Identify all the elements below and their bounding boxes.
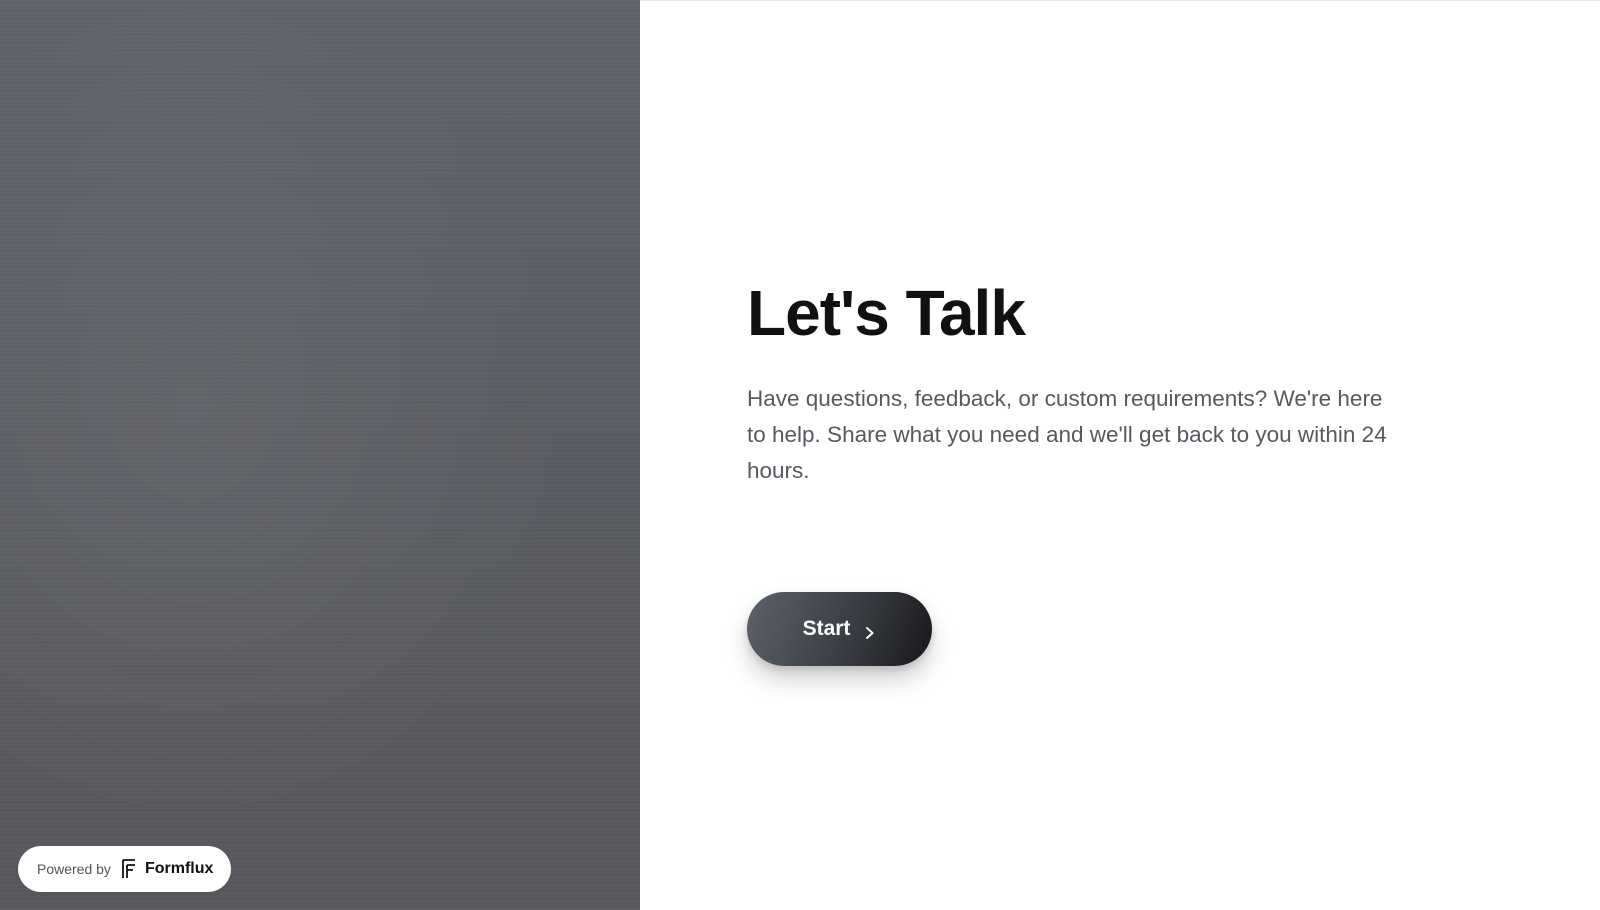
page-description: Have questions, feedback, or custom requ… — [747, 385, 1387, 483]
intro-content: Let's Talk Have questions, feedback, or … — [747, 277, 1407, 489]
page-title: Let's Talk — [747, 277, 1026, 349]
chevron-right-icon — [864, 622, 876, 639]
formflux-logo-icon — [121, 859, 137, 879]
hero-image-panel: Powered by Formflux — [0, 0, 640, 910]
start-button-label: Start — [802, 617, 851, 640]
page: Powered by Formflux Let's Talk Have ques… — [0, 0, 1600, 910]
powered-by-badge[interactable]: Powered by Formflux — [18, 846, 232, 892]
start-button[interactable]: Start — [747, 592, 932, 666]
powered-by-label: Powered by — [37, 861, 111, 877]
brand-name: Formflux — [144, 860, 214, 877]
form-intro-panel: Let's Talk Have questions, feedback, or … — [640, 0, 1600, 910]
